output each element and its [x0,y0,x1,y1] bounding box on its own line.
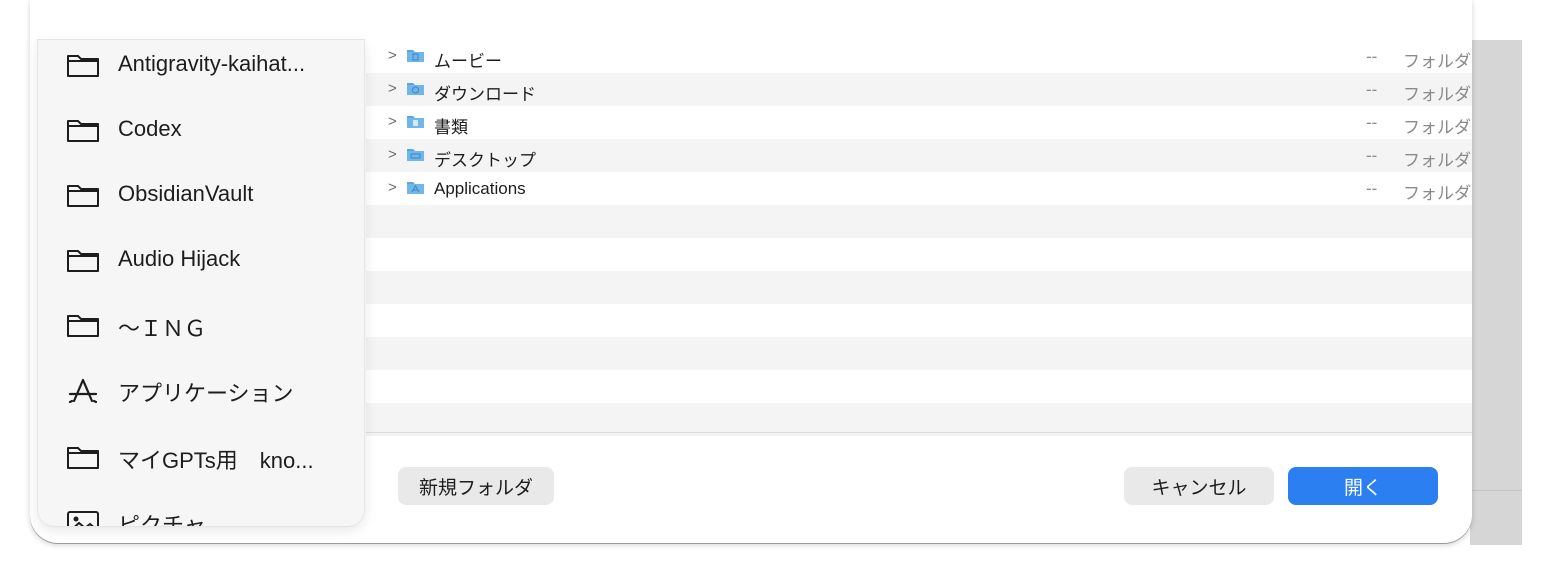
chevron-right-icon[interactable]: > [388,146,397,163]
sidebar-item-label: Audio Hijack [118,246,241,271]
chevron-right-icon[interactable]: > [388,113,397,130]
file-date: -- [1366,80,1378,99]
chevron-right-icon[interactable]: > [388,47,397,64]
sidebar-item-label: アプリケーション [118,381,294,406]
sidebar: Antigravity-kaihat... Codex ObsidianVaul… [38,40,364,526]
file-list: > ムービー -- フォルダ > ダウンロード -- フォルダ > 書類 -- … [366,40,1472,436]
downloads-folder-icon [407,83,424,95]
folder-icon [67,250,99,272]
sidebar-item-label: ObsidianVault [118,181,254,206]
background-window [1470,40,1522,545]
sidebar-item-antigravity[interactable]: Antigravity-kaihat... [38,42,364,86]
sidebar-item-label: ピクチャ [118,513,206,526]
footer-divider [366,432,1472,433]
chevron-right-icon[interactable]: > [388,80,397,97]
folder-icon [67,55,99,77]
sidebar-item-label: ～ＩＮＧ [118,316,207,341]
file-kind: フォルダ [1403,52,1471,71]
movies-folder-icon [407,50,424,62]
cancel-button[interactable]: キャンセル [1124,467,1274,505]
sidebar-item-applications[interactable]: アプリケーション [38,367,364,411]
file-name: Applications [434,179,526,198]
applications-icon [68,378,98,403]
documents-folder-icon [407,116,424,128]
sidebar-item-label: Codex [118,116,182,141]
file-kind: フォルダ [1403,118,1471,137]
sidebar-item-codex[interactable]: Codex [38,107,364,151]
file-name: ムービー [434,52,502,71]
folder-icon [67,315,99,337]
sidebar-item-pictures[interactable]: ピクチャ [38,499,364,526]
sidebar-item-label: マイGPTs用 kno... [118,448,314,473]
file-kind: フォルダ [1403,184,1471,203]
new-folder-button[interactable]: 新規フォルダ [398,467,554,505]
file-kind: フォルダ [1403,85,1471,104]
applications-folder-icon [407,182,424,194]
file-row-documents[interactable]: > 書類 -- フォルダ [366,106,1472,139]
file-row-desktop[interactable]: > デスクトップ -- フォルダ [366,139,1472,172]
file-row-movies[interactable]: > ムービー -- フォルダ [366,40,1472,73]
sidebar-item-obsidianvault[interactable]: ObsidianVault [38,172,364,216]
folder-icon [67,447,99,469]
chevron-right-icon[interactable]: > [388,179,397,196]
folder-icon [67,185,99,207]
folder-icon [67,120,99,142]
desktop-folder-icon [407,149,424,161]
file-name: デスクトップ [434,151,536,170]
file-row-applications[interactable]: > Applications -- フォルダ [366,172,1472,205]
file-name: 書類 [434,118,468,137]
file-name: ダウンロード [434,85,536,104]
sidebar-item-mygpts[interactable]: マイGPTs用 kno... [38,434,364,478]
sidebar-item-label: Antigravity-kaihat... [118,51,306,76]
sidebar-item-audio-hijack[interactable]: Audio Hijack [38,237,364,281]
file-row-downloads[interactable]: > ダウンロード -- フォルダ [366,73,1472,106]
open-button[interactable]: 開く [1288,467,1438,505]
file-kind: フォルダ [1403,151,1471,170]
pictures-icon [67,511,99,526]
file-date: -- [1366,47,1378,66]
file-date: -- [1366,146,1378,165]
file-date: -- [1366,113,1378,132]
file-date: -- [1366,179,1378,198]
sidebar-item-ing[interactable]: ～ＩＮＧ [38,302,364,346]
